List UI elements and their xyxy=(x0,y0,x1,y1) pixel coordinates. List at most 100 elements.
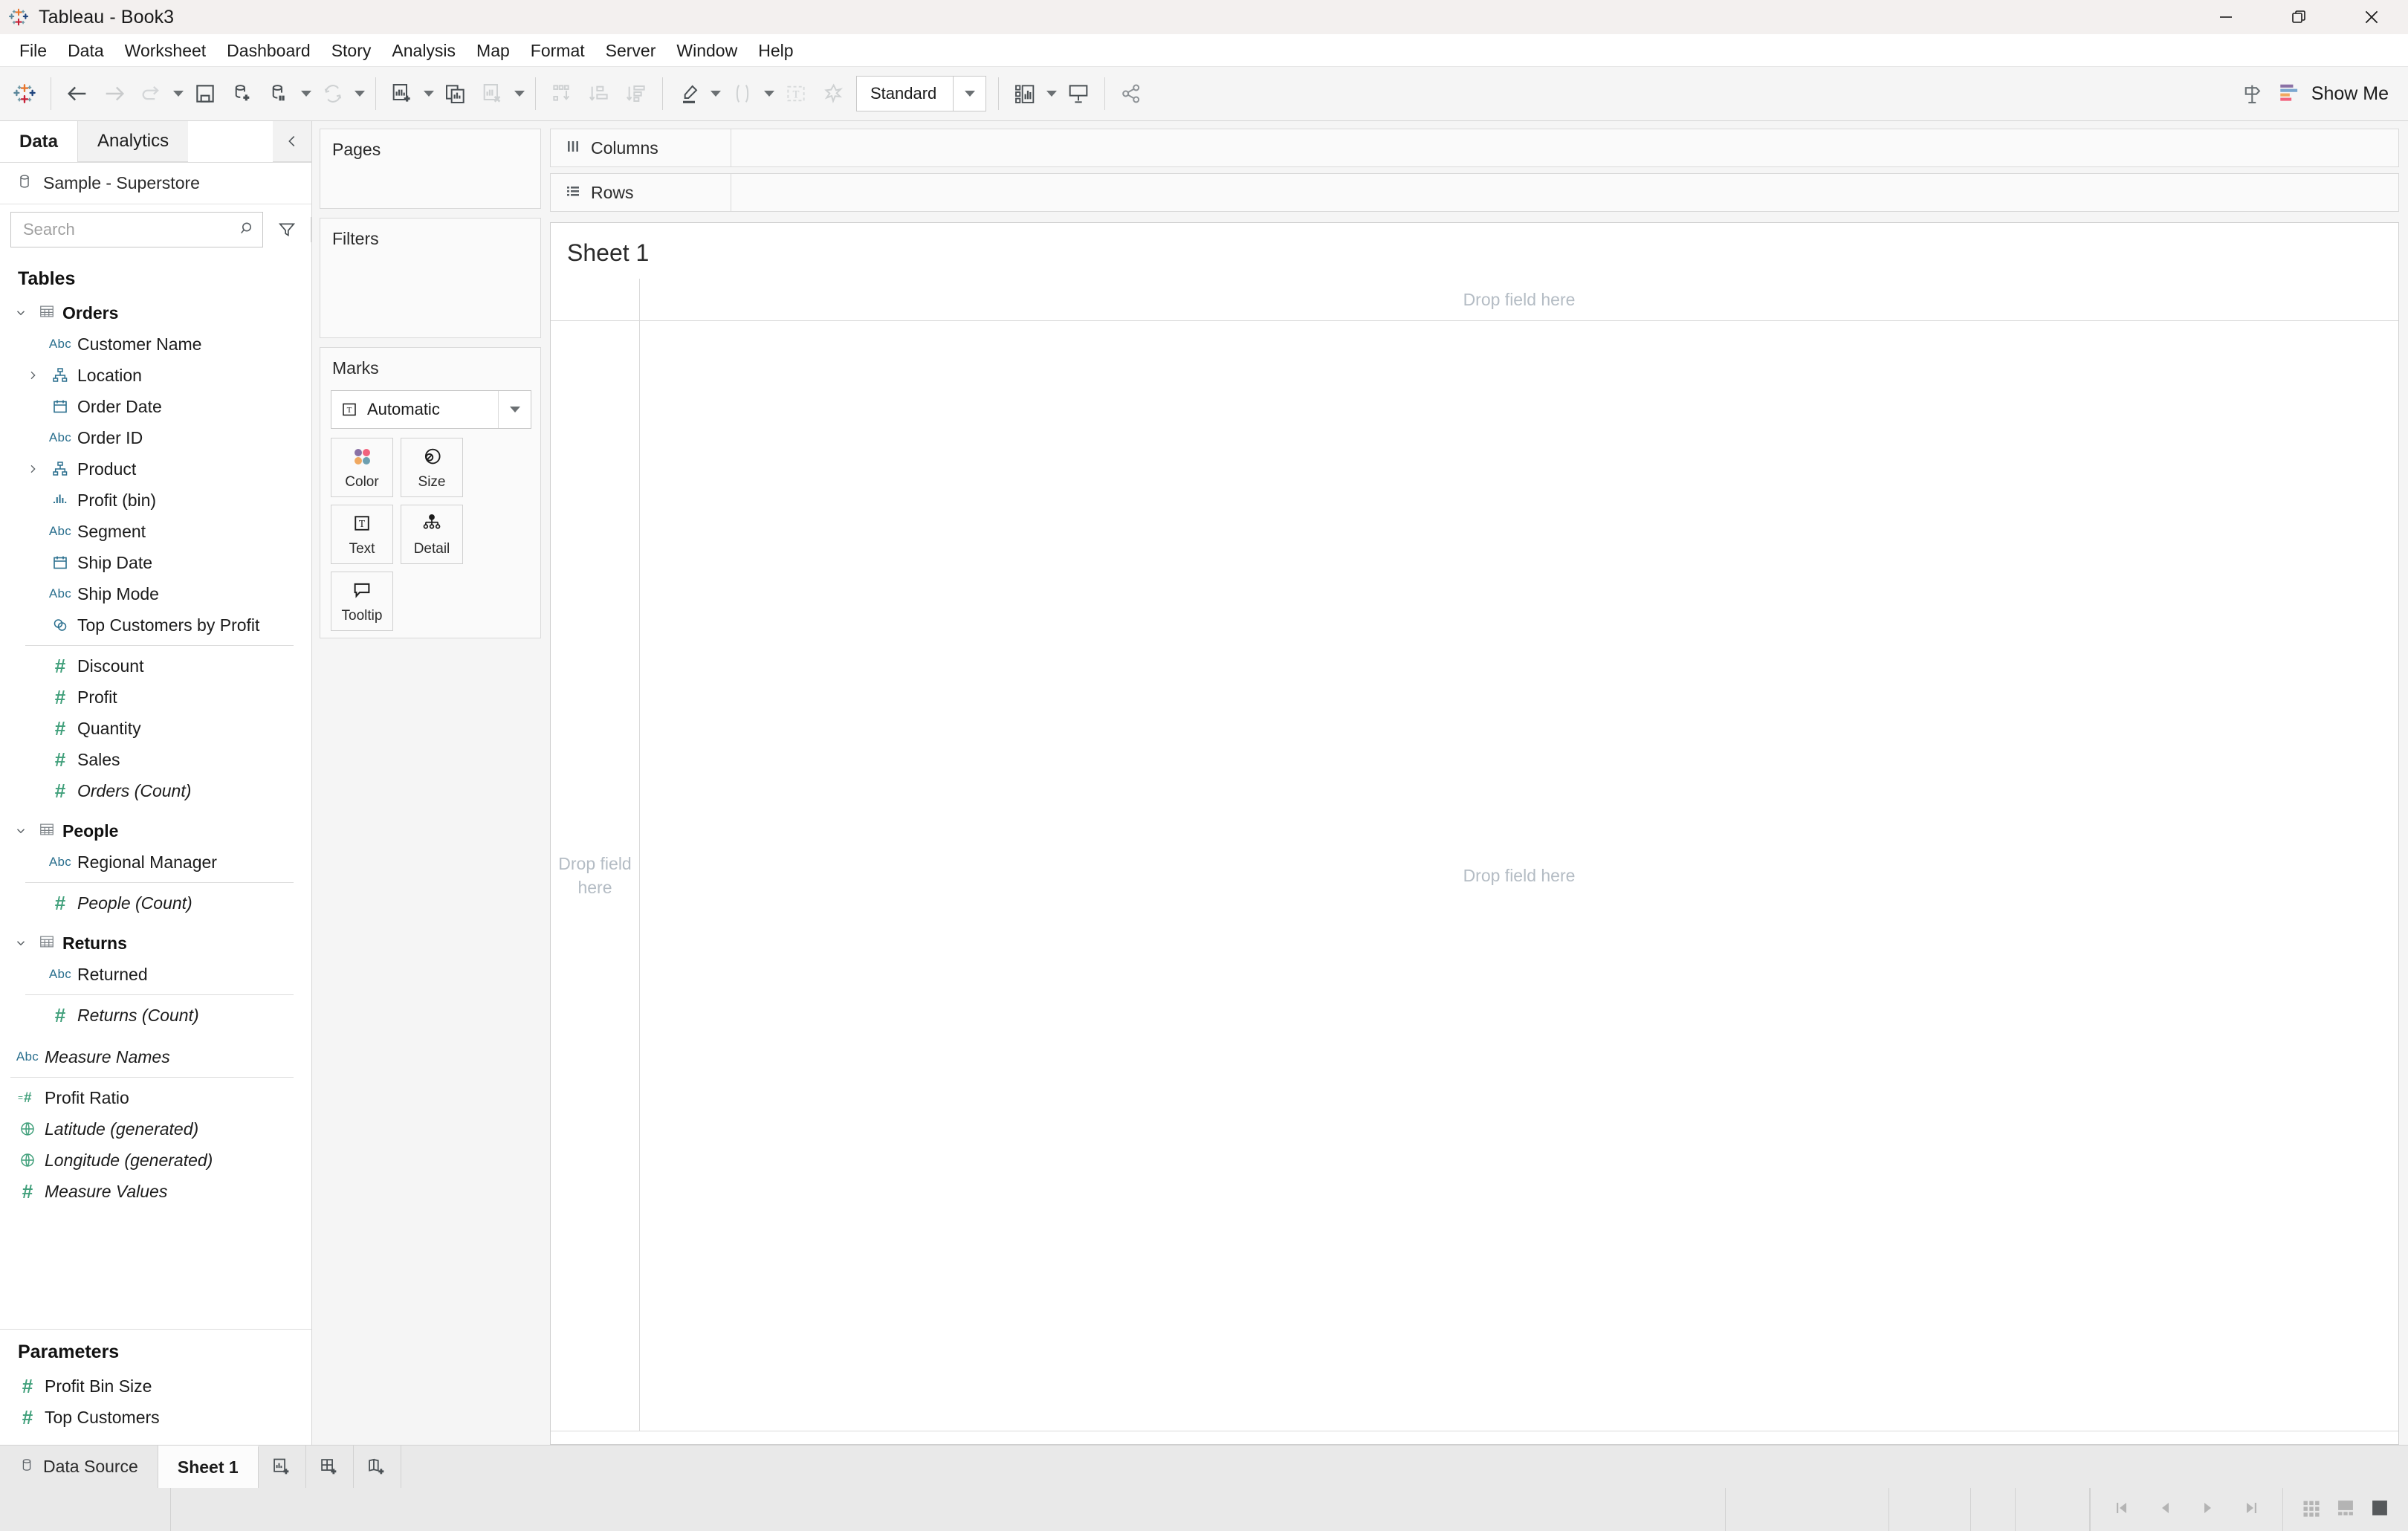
columns-drop-zone[interactable] xyxy=(731,129,2399,167)
menu-file[interactable]: File xyxy=(9,36,57,65)
group-members-icon[interactable] xyxy=(724,75,761,112)
field-measure-values[interactable]: # Measure Values xyxy=(0,1176,311,1207)
cards-caret-icon[interactable] xyxy=(1043,75,1060,112)
sheet-sorter-icon[interactable] xyxy=(2369,1498,2390,1522)
forward-arrow-icon[interactable] xyxy=(96,75,133,112)
field-profit[interactable]: # Profit xyxy=(0,682,311,713)
field-customer-name[interactable]: Abc Customer Name xyxy=(0,328,311,360)
menu-window[interactable]: Window xyxy=(666,36,748,65)
share-icon[interactable] xyxy=(1113,75,1150,112)
chevron-right-icon[interactable] xyxy=(22,463,43,475)
filter-funnel-icon[interactable] xyxy=(271,213,303,247)
show-me-signpost-icon[interactable] xyxy=(2234,75,2271,112)
marks-color-button[interactable]: Color xyxy=(331,438,393,497)
field-measure-names[interactable]: Abc Measure Names xyxy=(0,1041,311,1072)
add-data-source-icon[interactable] xyxy=(224,75,261,112)
data-source-row[interactable]: Sample - Superstore xyxy=(0,163,311,204)
field-ship-mode[interactable]: Abc Ship Mode xyxy=(0,578,311,609)
row-header-drop-zone[interactable]: Drop field here xyxy=(551,321,640,1431)
refresh-caret-icon[interactable] xyxy=(352,75,368,112)
chevron-left-icon[interactable] xyxy=(273,121,311,162)
search-input[interactable] xyxy=(22,219,239,240)
data-source-tab[interactable]: Data Source xyxy=(0,1446,158,1488)
swap-rows-columns-icon[interactable] xyxy=(543,75,580,112)
menu-dashboard[interactable]: Dashboard xyxy=(216,36,321,65)
field-discount[interactable]: # Discount xyxy=(0,650,311,682)
redo-icon[interactable] xyxy=(133,75,170,112)
fit-dropdown-caret-icon[interactable] xyxy=(953,77,985,111)
chevron-right-icon[interactable] xyxy=(22,369,43,381)
first-page-icon[interactable] xyxy=(2113,1499,2131,1521)
marks-text-button[interactable]: T Text xyxy=(331,505,393,564)
chevron-down-icon[interactable] xyxy=(10,824,31,838)
show-me-button[interactable]: Show Me xyxy=(2271,74,2402,113)
highlight-icon[interactable] xyxy=(670,75,708,112)
worksheet-title[interactable]: Sheet 1 xyxy=(551,223,2398,279)
field-people-count[interactable]: # People (Count) xyxy=(0,887,311,919)
sort-ascending-icon[interactable] xyxy=(580,75,618,112)
mark-type-caret-icon[interactable] xyxy=(498,391,531,428)
field-regional-manager[interactable]: Abc Regional Manager xyxy=(0,847,311,878)
parameter-top-customers[interactable]: # Top Customers xyxy=(0,1402,311,1433)
field-location[interactable]: Location xyxy=(0,360,311,391)
close-button[interactable] xyxy=(2335,0,2408,34)
next-page-icon[interactable] xyxy=(2199,1499,2217,1521)
field-order-id[interactable]: Abc Order ID xyxy=(0,422,311,453)
filters-shelf[interactable]: Filters xyxy=(320,218,541,338)
rows-drop-zone[interactable] xyxy=(731,173,2399,212)
table-orders[interactable]: Orders xyxy=(0,297,311,328)
worksheet-pane[interactable]: Drop field here xyxy=(640,321,2398,1431)
filmstrip-icon[interactable] xyxy=(2335,1498,2356,1522)
search-field[interactable] xyxy=(10,212,263,247)
menu-data[interactable]: Data xyxy=(57,36,114,65)
field-sales[interactable]: # Sales xyxy=(0,744,311,775)
menu-story[interactable]: Story xyxy=(321,36,382,65)
search-icon[interactable] xyxy=(239,219,256,241)
group-caret-icon[interactable] xyxy=(761,75,777,112)
pause-updates-caret-icon[interactable] xyxy=(298,75,314,112)
new-worksheet-button[interactable] xyxy=(259,1446,306,1488)
presentation-mode-icon[interactable] xyxy=(1060,75,1097,112)
marks-tooltip-button[interactable]: Tooltip xyxy=(331,572,393,631)
column-header-drop-zone[interactable]: Drop field here xyxy=(640,279,2398,320)
field-latitude-generated[interactable]: Latitude (generated) xyxy=(0,1113,311,1145)
menu-server[interactable]: Server xyxy=(595,36,667,65)
menu-worksheet[interactable]: Worksheet xyxy=(114,36,217,65)
pause-auto-updates-icon[interactable] xyxy=(261,75,298,112)
marks-detail-button[interactable]: Detail xyxy=(401,505,463,564)
parameter-profit-bin-size[interactable]: # Profit Bin Size xyxy=(0,1370,311,1402)
menu-analysis[interactable]: Analysis xyxy=(381,36,466,65)
show-all-sheets-icon[interactable] xyxy=(2301,1498,2322,1522)
highlight-caret-icon[interactable] xyxy=(708,75,724,112)
field-returned[interactable]: Abc Returned xyxy=(0,959,311,990)
menu-map[interactable]: Map xyxy=(466,36,520,65)
restore-button[interactable] xyxy=(2262,0,2335,34)
new-dashboard-button[interactable] xyxy=(306,1446,354,1488)
last-page-icon[interactable] xyxy=(2242,1499,2260,1521)
minimize-button[interactable] xyxy=(2189,0,2262,34)
table-people[interactable]: People xyxy=(0,815,311,847)
field-quantity[interactable]: # Quantity xyxy=(0,713,311,744)
worksheet-canvas[interactable]: Sheet 1 Drop field here Drop field here xyxy=(550,222,2399,1445)
mark-type-selector[interactable]: T Automatic xyxy=(331,390,531,429)
tableau-home-button[interactable] xyxy=(6,75,43,112)
field-returns-count[interactable]: # Returns (Count) xyxy=(0,1000,311,1031)
pages-shelf[interactable]: Pages xyxy=(320,129,541,209)
show-mark-labels-icon[interactable]: T xyxy=(777,75,815,112)
clear-sheet-icon[interactable] xyxy=(474,75,511,112)
field-segment[interactable]: Abc Segment xyxy=(0,516,311,547)
show-hide-cards-icon[interactable] xyxy=(1006,75,1043,112)
new-worksheet-icon[interactable] xyxy=(383,75,421,112)
tab-analytics[interactable]: Analytics xyxy=(77,121,189,162)
field-product[interactable]: Product xyxy=(0,453,311,485)
fit-selector[interactable]: Standard xyxy=(856,76,987,111)
fix-axes-icon[interactable] xyxy=(815,75,852,112)
refresh-data-source-icon[interactable] xyxy=(314,75,352,112)
field-longitude-generated[interactable]: Longitude (generated) xyxy=(0,1145,311,1176)
chevron-down-icon[interactable] xyxy=(10,936,31,950)
back-arrow-icon[interactable] xyxy=(59,75,96,112)
clear-sheet-caret-icon[interactable] xyxy=(511,75,528,112)
field-profit-ratio[interactable]: = # Profit Ratio xyxy=(0,1082,311,1113)
sort-descending-icon[interactable] xyxy=(618,75,655,112)
save-icon[interactable] xyxy=(187,75,224,112)
